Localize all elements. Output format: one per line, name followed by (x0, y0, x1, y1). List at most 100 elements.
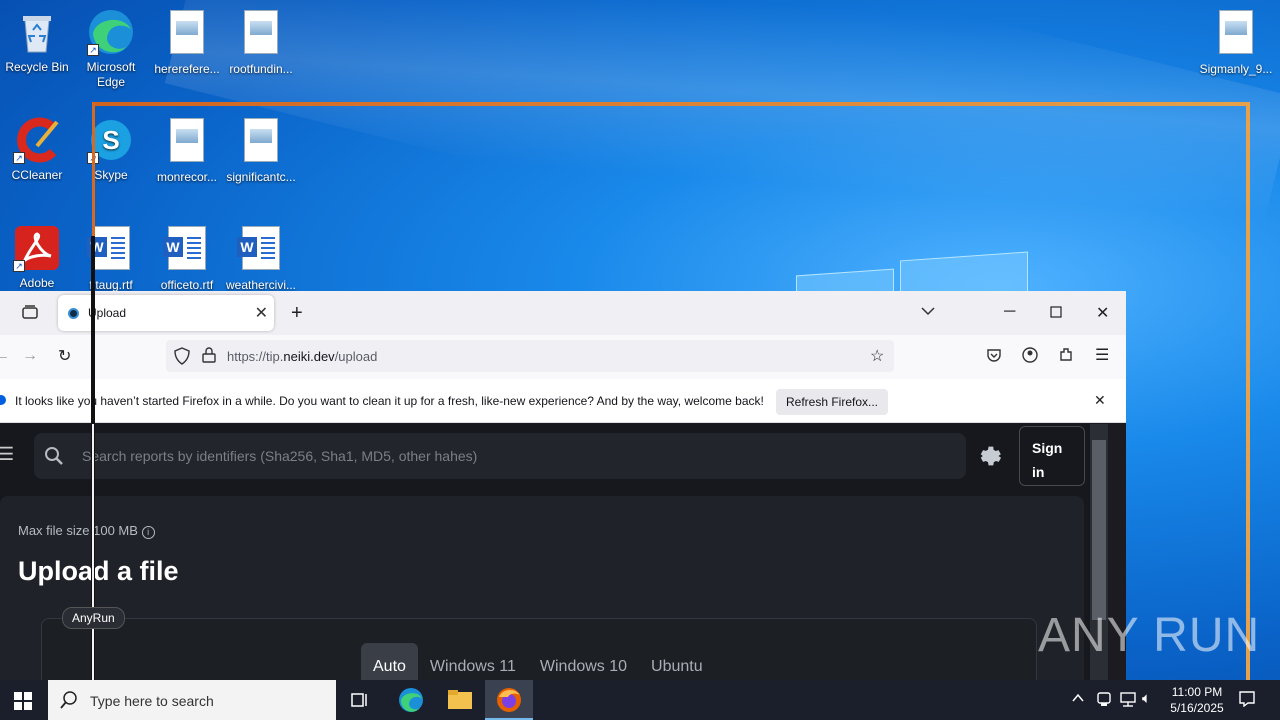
firefox-taskbar-icon[interactable] (485, 680, 533, 720)
device-icon[interactable] (1096, 691, 1112, 710)
tab-ubuntu[interactable]: Ubuntu (639, 643, 715, 680)
page-title: Upload a file (18, 556, 179, 586)
icon-label: rootfundin... (229, 62, 293, 76)
desktop-icon-adobe[interactable]: ↗ Adobe (0, 224, 75, 291)
info-circle-icon[interactable]: i (141, 526, 155, 539)
extensions-puzzle-icon[interactable] (1058, 346, 1074, 367)
desktop-icon-file[interactable]: hererefere... (149, 8, 225, 77)
tab-auto[interactable]: Auto (361, 643, 418, 680)
taskbar-search-input[interactable]: Type here to search (48, 680, 336, 720)
icon-label: weathercivi... (225, 278, 297, 292)
desktop-icon-recycle-bin[interactable]: Recycle Bin (0, 8, 75, 75)
anyrun-tooltip: AnyRun (62, 607, 125, 629)
anyrun-watermark: ANY RUN (1038, 609, 1261, 662)
word-document-icon: W (163, 226, 206, 270)
task-view-icon[interactable] (351, 691, 369, 712)
clock-time: 11:00 PM (1171, 685, 1223, 699)
hamburger-menu-icon[interactable]: ☰ (1095, 345, 1109, 365)
word-document-icon: W (87, 226, 130, 270)
icon-label: Recycle Bin (5, 60, 69, 74)
image-file-icon (170, 118, 204, 162)
pocket-icon[interactable] (986, 347, 1002, 368)
network-icon[interactable] (1119, 691, 1137, 710)
image-file-icon (244, 118, 278, 162)
sign-in-label: Sign (1032, 440, 1063, 456)
show-hidden-icons-chevron-up-icon[interactable] (1072, 692, 1084, 707)
search-icon (60, 691, 78, 712)
edge-icon: ↗ (87, 8, 135, 56)
refresh-firefox-button[interactable]: Refresh Firefox... (776, 389, 888, 415)
edge-taskbar-icon[interactable] (398, 687, 424, 716)
file-explorer-icon[interactable] (447, 688, 473, 713)
ccleaner-icon: ↗ (13, 116, 61, 164)
start-windows-icon[interactable] (14, 692, 32, 713)
icon-label: hererefere... (154, 62, 220, 76)
tracking-shield-icon[interactable] (174, 347, 190, 370)
new-tab-icon[interactable]: + (291, 302, 303, 325)
desktop-icon-skype[interactable]: S ↗ Skype (73, 116, 149, 183)
icon-label: Microsoft Edge (86, 60, 136, 89)
scrollbar-thumb[interactable] (1092, 440, 1106, 620)
taskbar-search-placeholder: Type here to search (90, 693, 214, 709)
tab-windows-11[interactable]: Windows 11 (418, 643, 528, 680)
icon-label: significantc... (226, 170, 296, 184)
icon-label: Skype (94, 168, 128, 182)
notification-message: It looks like you haven’t started Firefo… (15, 394, 764, 408)
desktop-icon-file[interactable]: rootfundin... (223, 8, 299, 77)
desktop-icon-rtf[interactable]: W fitaug.rtf (73, 224, 149, 293)
info-icon (0, 395, 6, 405)
desktop-icon-rtf[interactable]: W officeto.rtf (149, 224, 225, 293)
sign-in-button[interactable]: Sign in (1019, 426, 1085, 486)
taskbar: Type here to search 🔈︎ 11:00 PM 5/16/202… (0, 680, 1280, 720)
desktop-icon-ccleaner[interactable]: ↗ CCleaner (0, 116, 75, 183)
report-search-input[interactable]: Search reports by identifiers (Sha256, S… (34, 433, 966, 479)
tab-bar: Upload ✕ + ─ ✕ (0, 291, 1126, 335)
icon-label: CCleaner (11, 168, 63, 182)
svg-text:S: S (102, 125, 119, 155)
clock[interactable]: 11:00 PM 5/16/2025 (1166, 684, 1228, 716)
back-arrow-icon[interactable]: ← (0, 347, 10, 365)
account-icon[interactable] (1022, 347, 1038, 368)
word-document-icon: W (237, 226, 280, 270)
icon-label: Sigmanly_9... (1199, 62, 1273, 76)
close-window-icon[interactable]: ✕ (1096, 303, 1109, 323)
settings-gear-icon[interactable] (974, 442, 1002, 475)
close-notification-icon[interactable]: ✕ (1094, 392, 1106, 409)
notifications-icon[interactable] (1239, 691, 1255, 710)
image-file-icon (244, 10, 278, 54)
minimize-icon[interactable]: ─ (1004, 303, 1015, 321)
desktop-icon-file[interactable]: monrecor... (149, 116, 225, 185)
cursor-line (92, 424, 94, 720)
max-file-size-label: Max file size 100 MB i (18, 523, 155, 539)
url-bar[interactable]: https://tip.neiki.dev/upload ☆ (166, 340, 894, 372)
blank-file-icon (1219, 10, 1253, 54)
image-file-icon (170, 10, 204, 54)
adobe-acrobat-icon: ↗ (13, 224, 61, 272)
volume-icon[interactable]: 🔈︎ (1142, 690, 1151, 707)
list-tabs-chevron-down-icon[interactable] (920, 303, 936, 324)
desktop-icon-edge[interactable]: ↗ Microsoft Edge (73, 8, 149, 90)
page-menu-icon[interactable]: ☰ (0, 444, 14, 465)
desktop-icon-file[interactable]: significantc... (223, 116, 299, 185)
lock-icon[interactable] (202, 347, 216, 368)
os-tabs: Auto Windows 11 Windows 10 Ubuntu (361, 643, 715, 680)
tab-overview-icon[interactable] (22, 304, 38, 325)
icon-label: Adobe (19, 276, 55, 290)
recycle-bin-icon (13, 8, 61, 56)
reload-icon[interactable]: ↻ (58, 346, 71, 366)
forward-arrow-icon[interactable]: → (22, 347, 38, 365)
bookmark-star-icon[interactable]: ☆ (870, 346, 884, 366)
page-content: ☰ Search reports by identifiers (Sha256,… (0, 424, 1108, 680)
maximize-icon[interactable] (1050, 305, 1062, 323)
upload-card: Max file size 100 MB i Upload a file Aut… (0, 496, 1084, 680)
desktop-icon-file[interactable]: Sigmanly_9... (1198, 8, 1274, 77)
close-tab-icon[interactable]: ✕ (255, 303, 268, 323)
selection-frame-top (92, 102, 1250, 106)
firefox-window: Upload ✕ + ─ ✕ ← → ↻ https://tip.neiki.d… (0, 291, 1126, 680)
tab-windows-10[interactable]: Windows 10 (528, 643, 639, 680)
clock-date: 5/16/2025 (1170, 701, 1224, 715)
desktop-icon-rtf[interactable]: W weathercivi... (223, 224, 299, 293)
icon-label: monrecor... (156, 170, 218, 184)
site-favicon-icon (68, 308, 79, 319)
icon-label: fitaug.rtf (89, 278, 133, 292)
